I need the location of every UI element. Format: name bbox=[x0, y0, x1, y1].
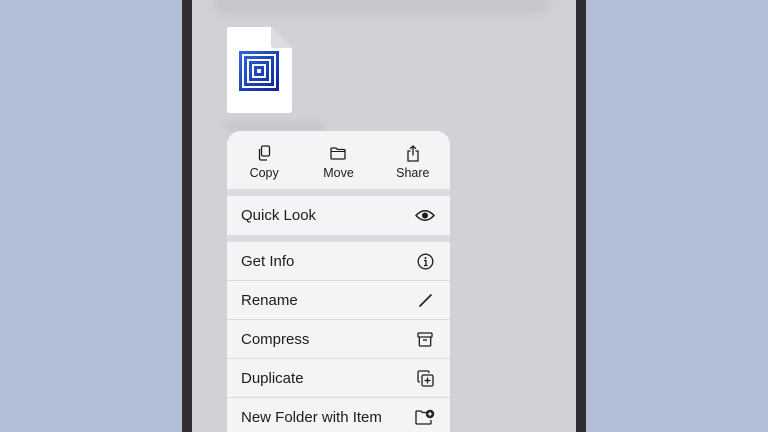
copy-label: Copy bbox=[249, 166, 279, 180]
quick-look-label: Quick Look bbox=[241, 207, 317, 224]
duplicate-item[interactable]: Duplicate bbox=[227, 359, 450, 398]
compress-item[interactable]: Compress bbox=[227, 320, 450, 359]
screen: Copy Move Share Quick Look Get Info Rena… bbox=[192, 0, 576, 432]
pencil-icon bbox=[414, 290, 436, 310]
share-icon bbox=[406, 144, 420, 162]
get-info-label: Get Info bbox=[241, 252, 295, 270]
compress-label: Compress bbox=[241, 330, 310, 348]
info-icon bbox=[414, 251, 436, 271]
rename-item[interactable]: Rename bbox=[227, 281, 450, 320]
rename-label: Rename bbox=[241, 291, 298, 309]
new-folder-with-item[interactable]: New Folder with Item bbox=[227, 398, 450, 432]
archive-box-icon bbox=[414, 329, 436, 349]
quick-look-item[interactable]: Quick Look bbox=[227, 196, 450, 235]
device-frame: Copy Move Share Quick Look Get Info Rena… bbox=[182, 0, 586, 432]
copy-icon bbox=[257, 144, 271, 162]
context-menu: Copy Move Share Quick Look Get Info Rena… bbox=[227, 131, 450, 432]
document-thumbnail-icon[interactable] bbox=[227, 27, 292, 113]
move-label: Move bbox=[323, 166, 354, 180]
blurred-toolbar bbox=[214, 0, 550, 14]
move-button[interactable]: Move bbox=[301, 131, 375, 189]
duplicate-label: Duplicate bbox=[241, 369, 304, 387]
duplicate-icon bbox=[414, 368, 436, 388]
get-info-item[interactable]: Get Info bbox=[227, 242, 450, 281]
quick-actions-bar: Copy Move Share bbox=[227, 131, 450, 189]
group-separator bbox=[227, 235, 450, 242]
eye-icon bbox=[414, 206, 436, 226]
copy-button[interactable]: Copy bbox=[227, 131, 301, 189]
new-folder-with-item-label: New Folder with Item bbox=[241, 408, 382, 426]
share-label: Share bbox=[396, 166, 430, 180]
group-separator bbox=[227, 189, 450, 196]
folder-add-icon bbox=[414, 407, 436, 427]
blurred-file-name bbox=[224, 122, 324, 130]
folder-icon bbox=[330, 144, 347, 162]
share-button[interactable]: Share bbox=[376, 131, 450, 189]
